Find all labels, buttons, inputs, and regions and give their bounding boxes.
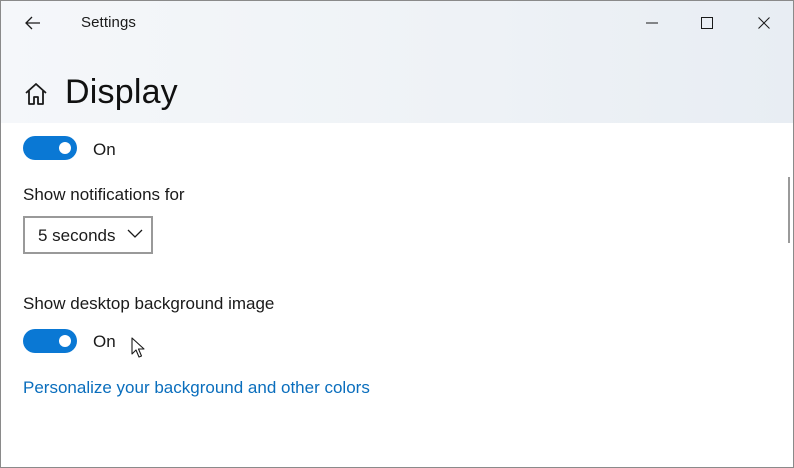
page-title: Display xyxy=(65,73,178,111)
settings-content: On Show notifications for 5 seconds Show… xyxy=(1,123,793,467)
close-icon xyxy=(758,17,770,29)
page-header: Display xyxy=(1,45,793,123)
vertical-scrollbar[interactable] xyxy=(788,177,790,243)
back-arrow-icon xyxy=(25,16,40,30)
toggle-knob xyxy=(59,142,71,154)
maximize-button[interactable] xyxy=(684,1,730,45)
notification-duration-dropdown[interactable]: 5 seconds xyxy=(23,216,153,254)
show-notifications-label: Show notifications for xyxy=(23,185,185,204)
title-bar: Settings xyxy=(1,1,793,45)
home-icon[interactable] xyxy=(23,81,49,107)
minimize-icon xyxy=(646,22,658,24)
desktop-background-toggle-state: On xyxy=(93,332,116,351)
notifications-toggle[interactable] xyxy=(23,136,77,160)
back-button[interactable] xyxy=(15,9,51,37)
maximize-icon xyxy=(701,17,713,29)
toggle-knob xyxy=(59,335,71,347)
show-desktop-background-label: Show desktop background image xyxy=(23,294,275,313)
desktop-background-toggle[interactable] xyxy=(23,329,77,353)
close-button[interactable] xyxy=(741,1,787,45)
mouse-pointer-icon xyxy=(131,337,145,358)
chevron-down-icon xyxy=(127,229,143,238)
minimize-button[interactable] xyxy=(629,1,675,45)
personalize-background-link[interactable]: Personalize your background and other co… xyxy=(23,378,370,398)
app-title: Settings xyxy=(81,14,136,31)
dropdown-selected-value: 5 seconds xyxy=(38,226,116,245)
notifications-toggle-state: On xyxy=(93,140,116,159)
settings-window: Settings Display On Show notifications f… xyxy=(0,0,794,468)
